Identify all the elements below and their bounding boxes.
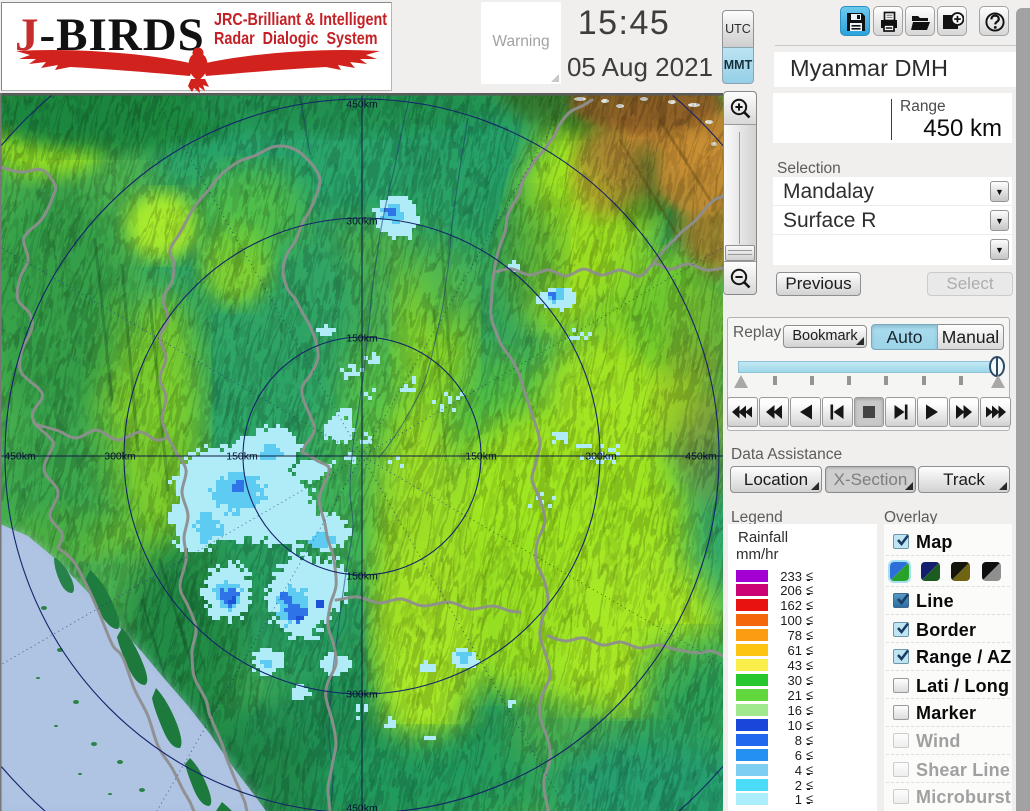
svg-text:450km: 450km (346, 803, 378, 811)
svg-text:150km: 150km (226, 451, 258, 463)
svg-text:300km: 300km (585, 451, 617, 463)
svg-text:150km: 150km (465, 451, 497, 463)
svg-text:300km: 300km (346, 689, 378, 701)
svg-text:150km: 150km (346, 333, 378, 345)
svg-text:300km: 300km (104, 451, 136, 463)
svg-text:150km: 150km (346, 571, 378, 583)
svg-text:450km: 450km (685, 451, 717, 463)
svg-text:450km: 450km (4, 451, 36, 463)
svg-text:300km: 300km (346, 216, 378, 228)
svg-text:450km: 450km (346, 99, 378, 111)
